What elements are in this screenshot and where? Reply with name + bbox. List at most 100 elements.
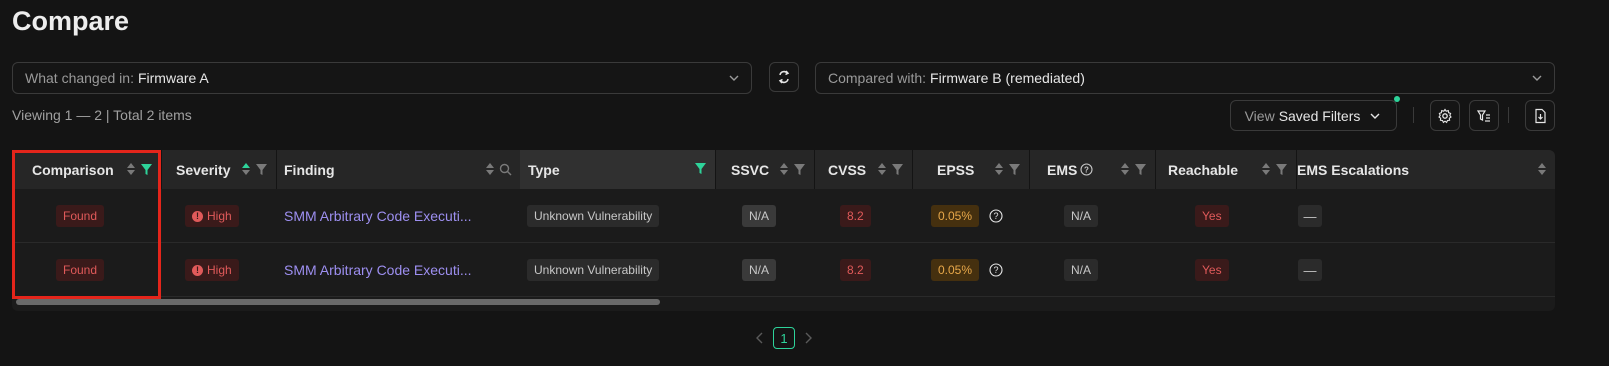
- ems-escalations-value: —: [1298, 259, 1322, 281]
- column-header-ssvc[interactable]: SSVC: [716, 150, 814, 189]
- column-label: EPSS: [937, 161, 975, 178]
- chevron-right-icon[interactable]: [803, 332, 813, 344]
- column-label: SSVC: [731, 161, 770, 178]
- filter-icon[interactable]: [1134, 163, 1147, 176]
- export-button[interactable]: [1525, 100, 1555, 131]
- column-header-cvss[interactable]: CVSS: [815, 150, 912, 189]
- column-label: Comparison: [32, 161, 114, 178]
- filter-icon[interactable]: [1275, 163, 1288, 176]
- reachable-cell: Yes: [1195, 189, 1229, 243]
- column-label: EMS: [1047, 161, 1078, 178]
- type-badge: Unknown Vulnerability: [527, 259, 660, 281]
- horizontal-scrollbar[interactable]: [12, 297, 1555, 307]
- finding-link[interactable]: SMM Arbitrary Code Executi...: [284, 208, 472, 224]
- epss-cell: 0.05% ?: [931, 189, 1003, 243]
- chevron-down-icon: [1532, 75, 1542, 81]
- sort-icon[interactable]: [1537, 162, 1547, 176]
- comparison-table: Comparison Severity Finding Type SSVC CV…: [12, 150, 1555, 311]
- reachable-badge: Yes: [1195, 205, 1229, 227]
- saved-filters-label: Saved Filters: [1278, 107, 1361, 124]
- comparison-badge: Found: [56, 205, 105, 227]
- ems-escalations-cell: —: [1298, 189, 1322, 243]
- type-cell: Unknown Vulnerability: [527, 243, 660, 297]
- info-circle-icon[interactable]: ?: [989, 263, 1003, 277]
- active-indicator-dot: [1394, 96, 1400, 102]
- epss-cell: 0.05% ?: [931, 243, 1003, 297]
- table-header: Comparison Severity Finding Type SSVC CV…: [12, 150, 1555, 189]
- table-row[interactable]: Found ! High SMM Arbitrary Code Executi.…: [12, 189, 1555, 243]
- filter-icon[interactable]: [255, 163, 268, 176]
- info-circle-icon[interactable]: ?: [989, 209, 1003, 223]
- search-icon[interactable]: [499, 163, 512, 176]
- sort-icon[interactable]: [779, 162, 789, 176]
- alert-circle-icon: !: [192, 264, 203, 276]
- column-label: EMS Escalations: [1297, 161, 1410, 178]
- ssvc-cell: N/A: [742, 243, 777, 297]
- severity-label: High: [207, 209, 232, 223]
- filter-list-icon: [1476, 109, 1490, 122]
- view-saved-filters-button[interactable]: View Saved Filters: [1230, 100, 1397, 131]
- column-header-epss[interactable]: EPSS: [913, 150, 1029, 189]
- type-badge: Unknown Vulnerability: [527, 205, 660, 227]
- svg-text:?: ?: [994, 265, 999, 275]
- filter-icon[interactable]: [140, 163, 153, 176]
- filter-icon[interactable]: [891, 163, 904, 176]
- severity-cell: ! High: [185, 189, 239, 243]
- settings-button[interactable]: [1430, 100, 1460, 131]
- info-circle-icon[interactable]: ?: [1080, 163, 1093, 176]
- ems-escalations-value: —: [1298, 205, 1322, 227]
- filter-icon[interactable]: [793, 163, 806, 176]
- finding-cell: SMM Arbitrary Code Executi...: [284, 243, 472, 297]
- comparison-cell: Found: [56, 189, 105, 243]
- column-label: Reachable: [1168, 161, 1239, 178]
- filter-icon[interactable]: [694, 162, 707, 175]
- column-header-reachable[interactable]: Reachable: [1156, 150, 1296, 189]
- ssvc-badge: N/A: [742, 205, 777, 227]
- ems-cell: N/A: [1064, 189, 1099, 243]
- column-header-type[interactable]: Type: [520, 150, 715, 189]
- sort-icon[interactable]: [1261, 162, 1271, 176]
- column-label: Finding: [284, 161, 335, 178]
- chevron-left-icon[interactable]: [755, 332, 765, 344]
- severity-badge: ! High: [185, 205, 239, 227]
- ems-escalations-cell: —: [1298, 243, 1322, 297]
- filter-icon[interactable]: [1008, 163, 1021, 176]
- swap-button[interactable]: [769, 62, 799, 92]
- page-button-current[interactable]: 1: [773, 327, 795, 349]
- what-changed-select[interactable]: What changed in: Firmware A: [12, 62, 752, 94]
- epss-badge: 0.05%: [931, 205, 980, 227]
- compared-with-select[interactable]: Compared with: Firmware B (remediated): [815, 62, 1555, 94]
- finding-cell: SMM Arbitrary Code Executi...: [284, 189, 472, 243]
- sort-icon[interactable]: [1120, 162, 1130, 176]
- filter-list-button[interactable]: [1469, 100, 1499, 131]
- severity-cell: ! High: [185, 243, 239, 297]
- column-label: Severity: [176, 161, 231, 178]
- sort-icon[interactable]: [241, 162, 251, 176]
- ssvc-cell: N/A: [742, 189, 777, 243]
- comparison-badge: Found: [56, 259, 105, 281]
- gear-icon: [1438, 108, 1452, 123]
- finding-link[interactable]: SMM Arbitrary Code Executi...: [284, 262, 472, 278]
- reachable-badge: Yes: [1195, 259, 1229, 281]
- type-cell: Unknown Vulnerability: [527, 189, 660, 243]
- toolbar-divider: [1413, 107, 1414, 123]
- column-header-ems-escalations[interactable]: EMS Escalations: [1297, 150, 1555, 189]
- column-header-finding[interactable]: Finding: [277, 150, 520, 189]
- compared-with-prefix: Compared with:: [828, 70, 927, 86]
- viewing-count: Viewing 1 — 2 | Total 2 items: [12, 107, 192, 123]
- svg-text:?: ?: [994, 211, 999, 221]
- ems-badge: N/A: [1064, 259, 1099, 281]
- column-header-comparison[interactable]: Comparison: [12, 150, 161, 189]
- comparison-cell: Found: [56, 243, 105, 297]
- column-header-ems[interactable]: EMS ?: [1030, 150, 1155, 189]
- column-header-severity[interactable]: Severity: [162, 150, 276, 189]
- reachable-cell: Yes: [1195, 243, 1229, 297]
- scrollbar-thumb[interactable]: [16, 299, 660, 305]
- sort-icon[interactable]: [126, 162, 136, 176]
- sort-icon[interactable]: [877, 162, 887, 176]
- table-row[interactable]: Found ! High SMM Arbitrary Code Executi.…: [12, 243, 1555, 297]
- column-label: Type: [528, 161, 560, 178]
- severity-label: High: [207, 263, 232, 277]
- sort-icon[interactable]: [994, 162, 1004, 176]
- sort-icon[interactable]: [485, 162, 495, 176]
